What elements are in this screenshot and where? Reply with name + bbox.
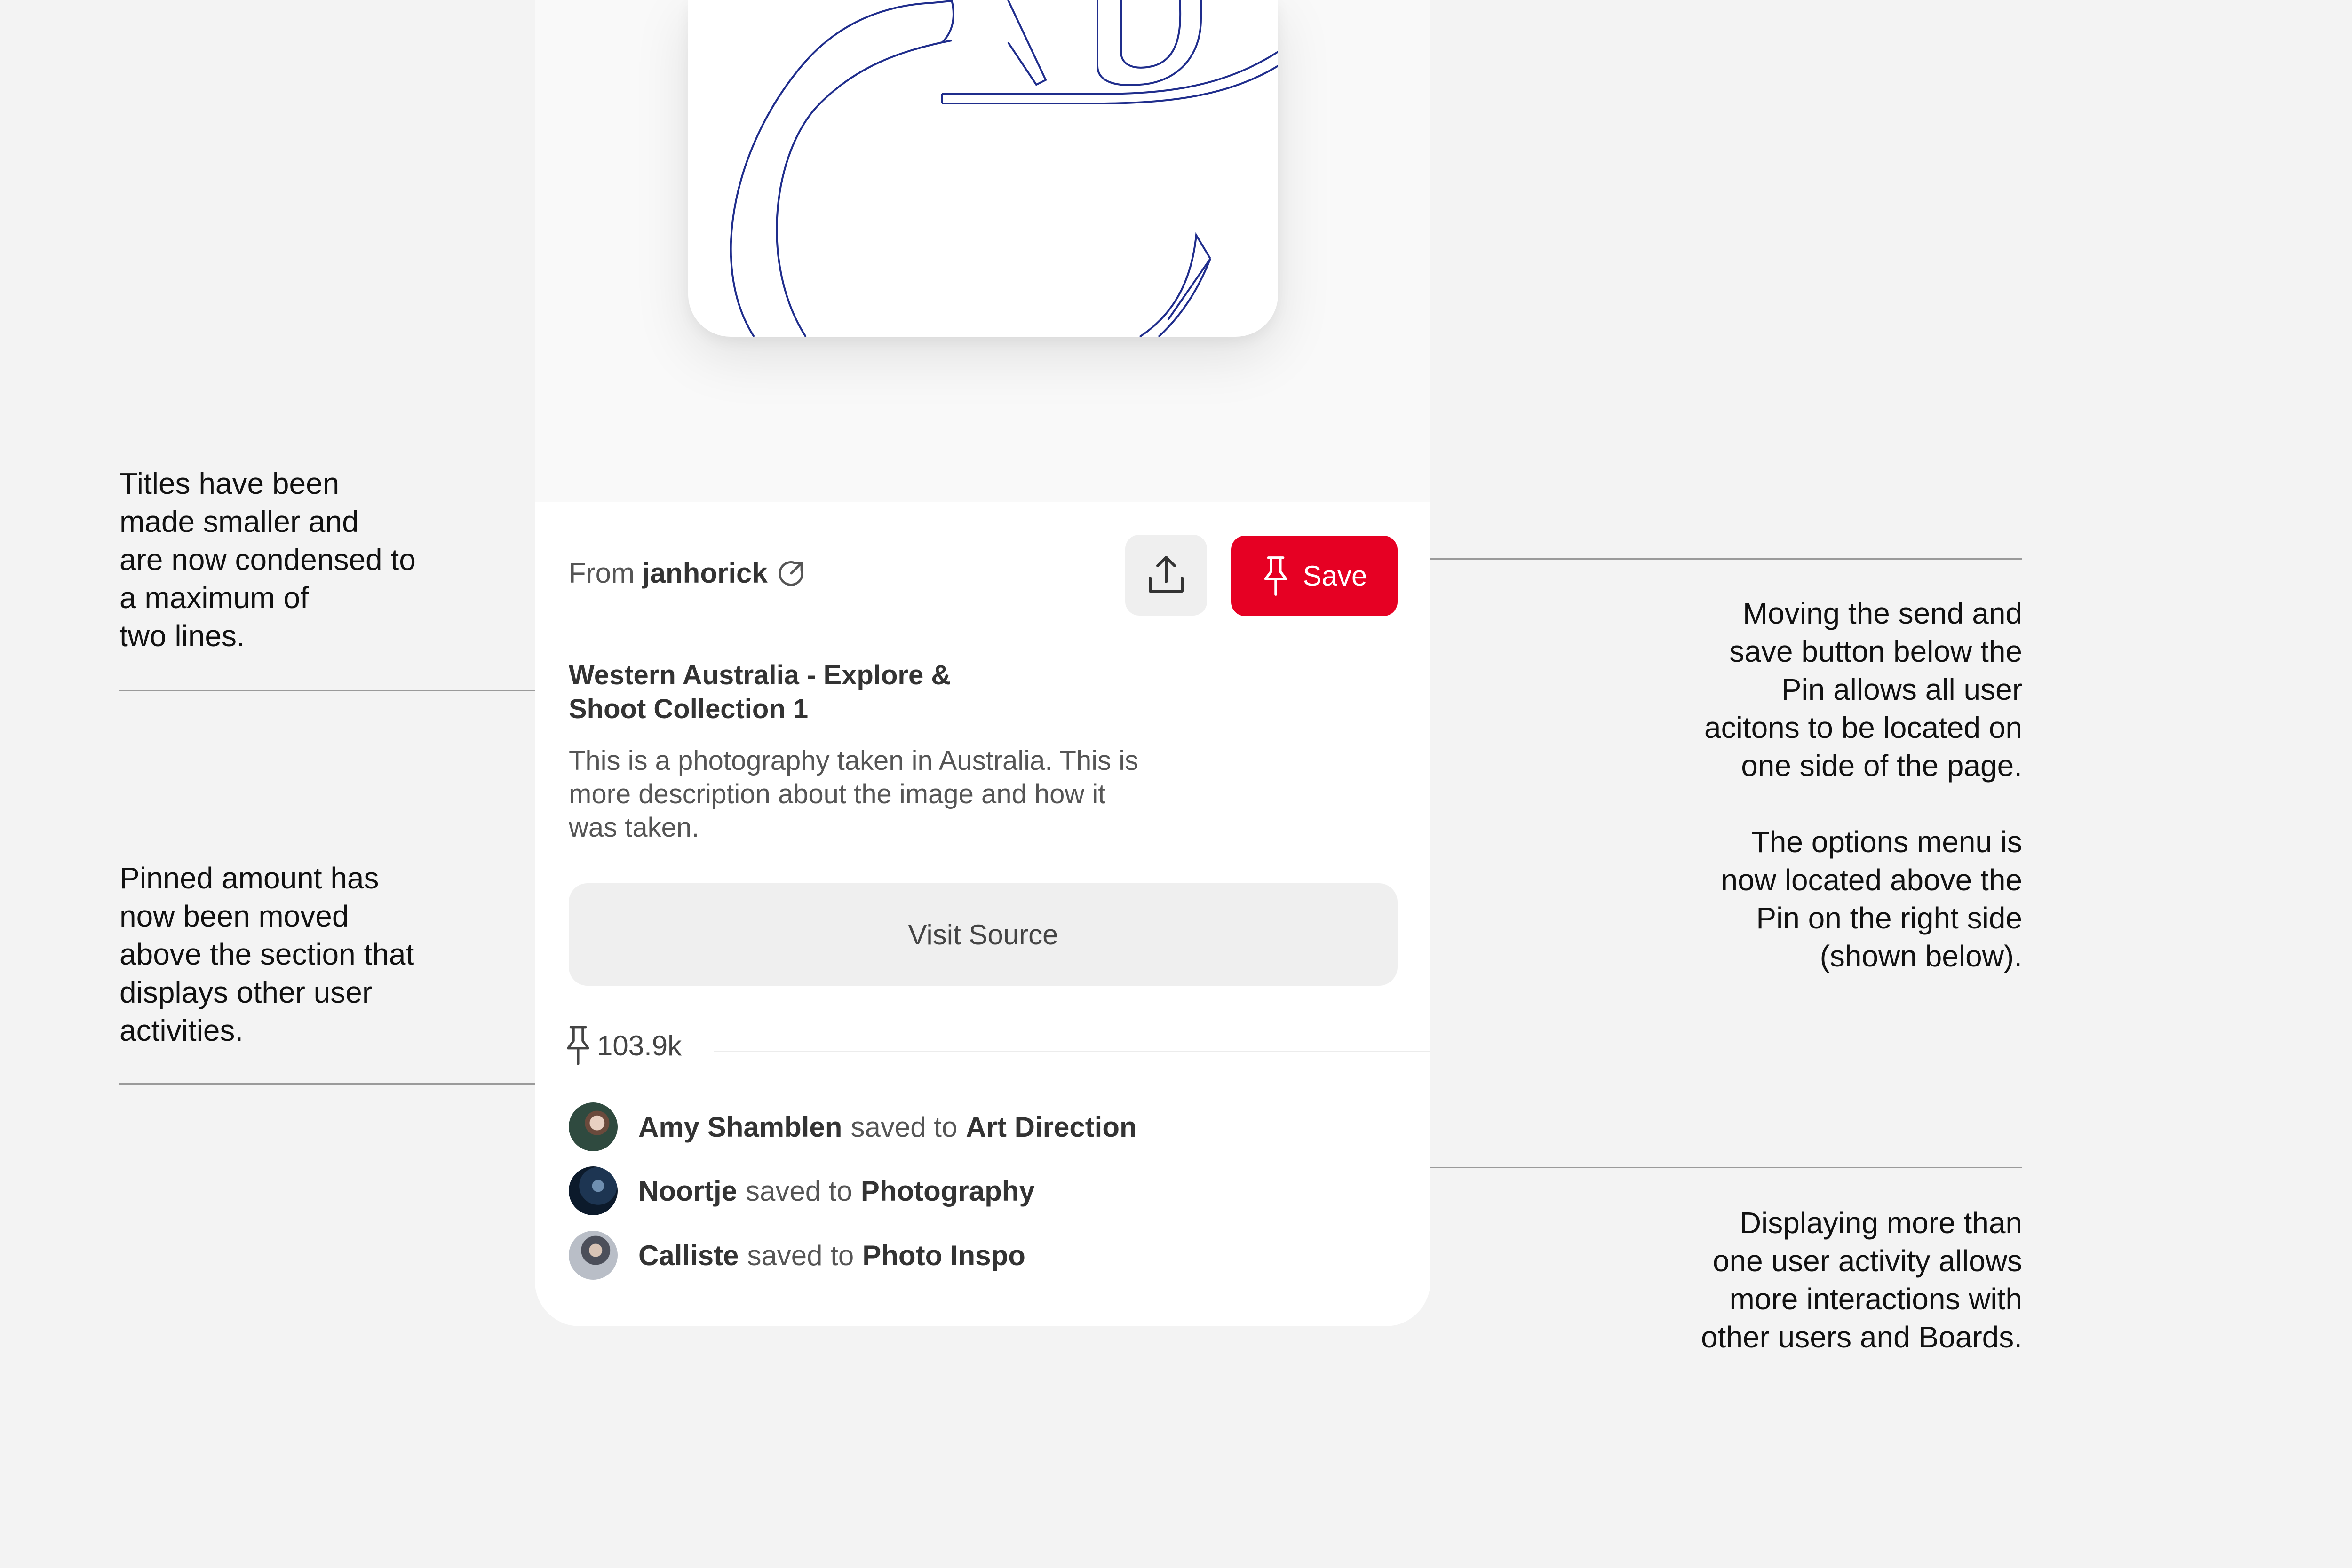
list-item[interactable]: Amy Shamblen saved to Art Direction [569, 1102, 1137, 1151]
annotation-line: Moving the send and [1742, 596, 2022, 630]
line-art-illustration [730, 0, 1278, 337]
annotation-line: acitons to be located on [1704, 711, 2022, 744]
activity-user[interactable]: Amy Shamblen [638, 1111, 842, 1143]
list-item[interactable]: Noortje saved to Photography [569, 1166, 1035, 1215]
pushpin-icon [566, 1026, 590, 1065]
activity-user[interactable]: Noortje [638, 1175, 737, 1207]
annotation-line: now been moved [119, 899, 349, 933]
annotation-line: displays other user [119, 975, 373, 1009]
pin-image[interactable] [688, 0, 1278, 337]
annotation-line: made smaller and [119, 505, 359, 539]
annotation-line: other users and Boards. [1700, 1320, 2022, 1354]
annotation-leader-moving [1359, 558, 2022, 560]
annotation-line: Pin allows all user [1781, 673, 2022, 706]
annotation-line: Displaying more than [1739, 1206, 2022, 1240]
save-button[interactable]: Save [1231, 536, 1398, 616]
pin-title-line: Shoot Collection 1 [569, 694, 809, 724]
save-label: Save [1303, 560, 1367, 592]
avatar[interactable] [569, 1102, 618, 1151]
activity-board[interactable]: Art Direction [966, 1111, 1136, 1143]
list-item[interactable]: Calliste saved to Photo Inspo [569, 1231, 1025, 1280]
annotation-line: a maximum of [119, 581, 309, 615]
annotation-pinned: Pinned amount has now been moved above t… [119, 859, 414, 1050]
annotation-line: are now condensed to [119, 543, 416, 577]
pin-description: This is a photography taken in Australia… [569, 744, 1227, 844]
pin-description-line: was taken. [569, 812, 699, 843]
from-prefix: From [569, 557, 635, 589]
pin-count-value: 103.9k [597, 1029, 682, 1061]
activity-action: saved to [746, 1175, 852, 1207]
annotation-leader-titles [119, 690, 557, 691]
annotation-line: The options menu is [1751, 825, 2022, 859]
annotation-line: now located above the [1721, 863, 2022, 897]
share-button[interactable] [1125, 535, 1207, 616]
annotation-line: one user activity allows [1712, 1244, 2022, 1278]
annotation-line: Pinned amount has [119, 861, 379, 895]
annotation-line: two lines. [119, 619, 245, 653]
pin-title-line: Western Australia - Explore & [569, 660, 951, 690]
pushpin-icon [1264, 556, 1287, 596]
pin-title: Western Australia - Explore & Shoot Coll… [569, 658, 1039, 726]
pin-count: 103.9k [564, 1024, 682, 1067]
activity-action: saved to [850, 1111, 958, 1143]
pin-description-line: This is a photography taken in Australia… [569, 745, 1139, 776]
source-attribution: From janhorick [569, 557, 806, 589]
pin-card: From janhorick Save Western Australia - … [535, 0, 1430, 1326]
annotation-options: The options menu is now located above th… [1721, 823, 2022, 975]
avatar[interactable] [569, 1166, 618, 1215]
activity-board[interactable]: Photo Inspo [862, 1239, 1025, 1272]
divider [714, 1051, 1430, 1052]
activity-board[interactable]: Photography [861, 1175, 1035, 1207]
annotation-line: activities. [119, 1014, 244, 1047]
source-user-link[interactable]: janhorick [642, 557, 768, 589]
activity-action: saved to [747, 1239, 854, 1271]
avatar[interactable] [569, 1231, 618, 1280]
annotation-titles: Titles have been made smaller and are no… [119, 465, 416, 655]
annotation-line: save button below the [1729, 634, 2022, 668]
annotation-line: (shown below). [1820, 939, 2022, 973]
share-icon [1149, 556, 1184, 593]
annotation-line: Titles have been [119, 467, 340, 500]
annotation-displaying: Displaying more than one user activity a… [1701, 1204, 2022, 1356]
pin-image-area [535, 0, 1430, 502]
external-link-icon[interactable] [776, 558, 806, 588]
activity-user[interactable]: Calliste [638, 1239, 739, 1272]
annotation-line: one side of the page. [1741, 749, 2022, 783]
annotation-line: above the section that [119, 937, 414, 971]
visit-source-label: Visit Source [908, 919, 1058, 950]
annotation-line: Pin on the right side [1756, 901, 2022, 935]
visit-source-button[interactable]: Visit Source [569, 883, 1398, 986]
annotation-moving: Moving the send and save button below th… [1704, 594, 2022, 785]
pin-description-line: more description about the image and how… [569, 779, 1106, 809]
annotation-line: more interactions with [1729, 1282, 2022, 1316]
